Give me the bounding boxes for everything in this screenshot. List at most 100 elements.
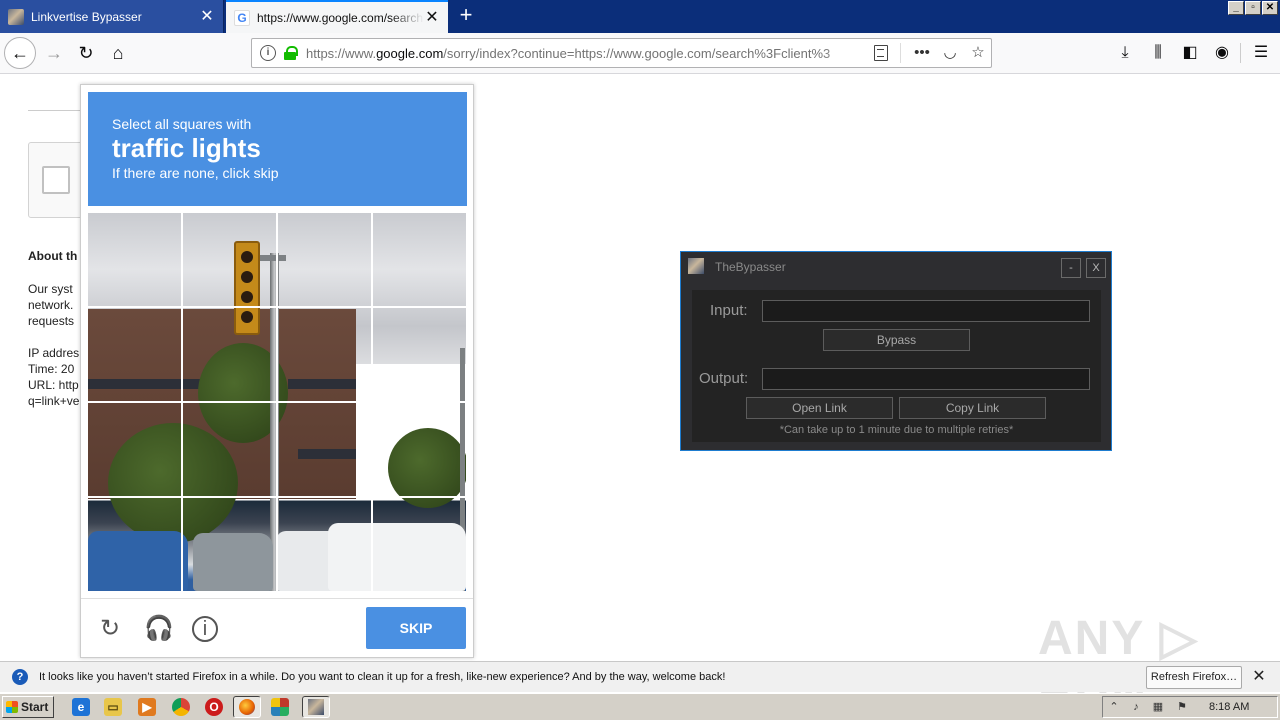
bypasser-avatar-icon: [8, 8, 24, 25]
media-player-icon[interactable]: ▶: [138, 698, 156, 716]
image-grid[interactable]: [88, 213, 466, 591]
tab-linkvertise-bypasser[interactable]: Linkvertise Bypasser ✕: [0, 0, 224, 33]
volume-icon[interactable]: ♪: [1129, 700, 1143, 714]
output-label: Output:: [699, 370, 749, 387]
new-tab-button[interactable]: +: [454, 4, 478, 28]
audio-headphones-icon[interactable]: 🎧: [144, 615, 174, 643]
grid-line: [88, 401, 466, 403]
show-hidden-icons-icon[interactable]: ⌃: [1107, 700, 1121, 714]
page-actions-icon[interactable]: •••: [912, 43, 932, 63]
info-icon[interactable]: i: [192, 616, 218, 642]
internet-explorer-icon[interactable]: e: [72, 698, 90, 716]
info-text-line: q=link+ve: [28, 394, 80, 408]
toolbar-separator: [1240, 43, 1241, 63]
tab-label: Linkvertise Bypasser: [31, 9, 142, 24]
output-field[interactable]: [762, 368, 1090, 390]
question-icon: ?: [12, 669, 28, 685]
lock-icon: [284, 46, 298, 60]
thebypasser-window: TheBypasser - X Input: Bypass Output: Op…: [680, 251, 1112, 451]
instruction-text: Select all squares with: [112, 116, 252, 132]
winrar-icon[interactable]: [271, 698, 289, 716]
home-icon: ⌂: [112, 42, 124, 63]
url-bar[interactable]: i https://www.google.com/sorry/index?con…: [251, 38, 992, 68]
grid-line: [88, 496, 466, 498]
bypass-button[interactable]: Bypass: [823, 329, 970, 351]
system-tray: ⌃ ♪ ▦ ⚑ 8:18 AM: [1102, 696, 1278, 718]
minimize-button[interactable]: -: [1061, 258, 1081, 278]
challenge-header: Select all squares with traffic lights I…: [88, 92, 467, 206]
arrow-left-icon: ←: [11, 42, 29, 63]
nav-toolbar: ← → ↻ ⌂ i https://www.google.com/sorry/i…: [0, 33, 1280, 74]
close-tab-icon[interactable]: ✕: [199, 8, 215, 25]
reload-icon[interactable]: ↻: [96, 615, 124, 643]
footer-divider: [81, 598, 473, 599]
bypasser-avatar-icon: [308, 699, 324, 715]
window-title: TheBypasser: [715, 260, 786, 274]
close-tab-icon[interactable]: ✕: [424, 9, 440, 26]
folder-icon[interactable]: ▭: [104, 698, 122, 716]
tab-google-search[interactable]: G https://www.google.com/search?c ✕: [226, 0, 448, 33]
chrome-icon[interactable]: [172, 698, 190, 716]
arrow-right-icon: →: [45, 42, 63, 63]
firefox-taskbar-button[interactable]: [233, 696, 261, 718]
hamburger-menu-icon[interactable]: ☰: [1246, 37, 1276, 69]
traffic-light-arm: [260, 255, 286, 261]
minimize-window-button[interactable]: _: [1228, 1, 1244, 15]
info-text-line: requests: [28, 314, 75, 328]
url-bar-separator: [900, 43, 901, 63]
restore-window-button[interactable]: ▫: [1245, 1, 1261, 15]
google-g-icon: G: [234, 9, 250, 26]
info-text-line: Time: 20: [28, 362, 75, 376]
input-label: Input:: [710, 302, 748, 319]
blue-car: [88, 531, 188, 591]
recaptcha-anchor-panel: [28, 142, 88, 218]
clock[interactable]: 8:18 AM: [1209, 701, 1249, 713]
opera-icon[interactable]: O: [205, 698, 223, 716]
action-center-flag-icon[interactable]: ⚑: [1175, 700, 1189, 714]
bypasser-taskbar-button[interactable]: [302, 696, 330, 718]
taskbar: Start e ▭ ▶ O ⌃ ♪ ▦ ⚑ 8:18 AM: [0, 693, 1280, 720]
close-notification-icon[interactable]: ✕: [1250, 668, 1268, 686]
instruction-target: traffic lights: [112, 133, 261, 163]
library-icon[interactable]: ⫼: [1143, 37, 1173, 69]
reader-view-icon[interactable]: [874, 45, 888, 61]
open-link-button[interactable]: Open Link: [746, 397, 893, 419]
tab-label: https://www.google.com/search?c: [257, 10, 424, 25]
sidebar-icon[interactable]: ◧: [1175, 37, 1205, 69]
retry-note: *Can take up to 1 minute due to multiple…: [779, 424, 1014, 436]
input-field[interactable]: [762, 300, 1090, 322]
grey-car: [193, 533, 273, 591]
notification-message: It looks like you haven’t started Firefo…: [39, 671, 726, 683]
about-heading: About th: [28, 249, 78, 263]
recaptcha-checkbox[interactable]: [42, 166, 70, 194]
copy-link-button[interactable]: Copy Link: [899, 397, 1046, 419]
reload-icon: ↻: [78, 42, 94, 63]
firefox-icon: [239, 699, 255, 715]
start-button[interactable]: Start: [2, 696, 54, 718]
home-button[interactable]: ⌂: [102, 37, 134, 69]
recaptcha-challenge: Select all squares with traffic lights I…: [80, 84, 474, 658]
info-text-line: URL: http: [28, 378, 79, 392]
grid-line: [88, 306, 466, 308]
close-window-button[interactable]: ✕: [1262, 1, 1278, 15]
forward-button[interactable]: →: [38, 37, 70, 69]
info-text-line: network.: [28, 298, 74, 312]
url-text[interactable]: https://www.google.com/sorry/index?conti…: [306, 46, 866, 61]
skip-button[interactable]: SKIP: [366, 607, 466, 649]
downloads-icon[interactable]: ⤓: [1110, 37, 1140, 69]
traffic-light: [234, 241, 260, 335]
reload-button[interactable]: ↻: [70, 37, 102, 69]
back-button[interactable]: ←: [4, 37, 36, 69]
tab-strip: Linkvertise Bypasser ✕ G https://www.goo…: [0, 0, 1280, 33]
white-suv: [328, 523, 466, 591]
divider: [28, 110, 88, 111]
pocket-icon[interactable]: ◡: [940, 43, 960, 63]
bookmark-star-icon[interactable]: ☆: [968, 43, 988, 63]
site-info-icon[interactable]: i: [260, 45, 276, 61]
close-button[interactable]: X: [1086, 258, 1106, 278]
network-icon[interactable]: ▦: [1151, 700, 1165, 714]
refresh-firefox-button[interactable]: Refresh Firefox…: [1146, 666, 1242, 689]
form-panel: Input: Bypass Output: Open Link Copy Lin…: [692, 290, 1101, 442]
account-icon[interactable]: ◉: [1207, 37, 1237, 69]
title-bar[interactable]: TheBypasser - X: [681, 252, 1111, 280]
